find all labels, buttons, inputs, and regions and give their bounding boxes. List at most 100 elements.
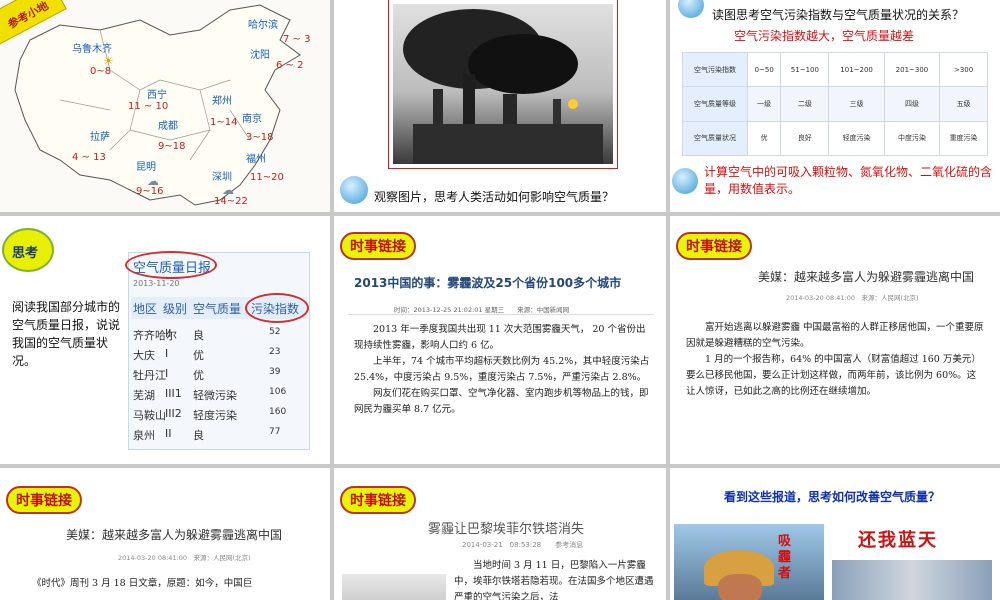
news-paragraph: 富开始逃离以躲避雾霾 中国最富裕的人群正移居他国，一个重要原因就是躲避糟糕的空气… — [686, 322, 984, 349]
news-tag: 时事链接 — [6, 486, 82, 514]
think-tag: 思考 — [2, 228, 54, 272]
report-cell: 轻度污染 — [193, 409, 237, 422]
factory-photo — [388, 0, 618, 169]
report-cell: 106 — [269, 387, 287, 397]
eiffel-photo — [342, 574, 446, 600]
temp-haerbin: 7 ~ 3 — [283, 34, 311, 45]
report-cell: 泉州 — [133, 429, 155, 442]
aqi-cell: 五级 — [939, 86, 988, 122]
aqi-cell: 三级 — [828, 86, 885, 122]
news-tag: 时事链接 — [340, 486, 416, 514]
city-chengdu: 成都 — [158, 121, 178, 132]
bubble-icon — [340, 176, 368, 204]
report-cell: 大庆 — [133, 349, 155, 362]
aqi-cell: 一级 — [746, 86, 782, 122]
side-text: 吸 霾 者 — [778, 534, 792, 581]
slide-news-haze-2013[interactable]: 时事链接 2013中国的事：雾霾波及25个省份100多个城市 时间：2013-1… — [334, 216, 666, 464]
slide-weather-map[interactable]: 参考小地 乌鲁木齐 0~8 哈尔滨 7 ~ 3 沈阳 6 ~ 2 西宁 11 ~… — [0, 0, 330, 212]
news-paragraph: 上半年，74 个城市平均超标天数比例为 45.2%，其中轻度污染占 25.4%，… — [354, 356, 650, 383]
news-body: 富开始逃离以躲避雾霾 中国最富裕的人群正移居他国，一个重要原因就是躲避糟糕的空气… — [686, 320, 984, 400]
aqi-cell: 重度污染 — [939, 120, 988, 157]
city-shenyang: 沈阳 — [250, 50, 270, 61]
report-cell: 优 — [193, 349, 204, 362]
cloud-icon: ☁ — [147, 174, 159, 188]
slogan: 还我蓝天 — [858, 530, 938, 551]
aqi-cell: 二级 — [780, 86, 830, 122]
report-cell: 39 — [269, 367, 281, 377]
slide-news-rich-leave[interactable]: 时事链接 美媒：越来越多富人为躲避雾霾逃离中国 2014-03-20 08:41… — [670, 216, 1000, 464]
aqi-cell: >300 — [939, 51, 988, 88]
report-cell: 77 — [269, 427, 281, 437]
news-title: 雾霾让巴黎埃菲尔铁塔消失 — [428, 522, 585, 537]
city-shenzhen: 深圳 — [212, 172, 232, 183]
report-cell: II — [165, 327, 172, 340]
news-paragraph: 《时代》周刊 3 月 18 日文章，原题：如今，中国巨 — [32, 578, 253, 589]
highlight-ellipse — [125, 251, 217, 279]
report-cell: 牡丹江 — [133, 369, 166, 382]
slide-aqi-table[interactable]: 读图思考空气污染指数与空气质量状况的关系？ 空气污染指数越大，空气质量越差 空气… — [670, 0, 1000, 212]
news-paragraph: 网友们花在购买口罩、空气净化器、室内跑步机等物品上的钱，即网民为霾买单 8.7 … — [354, 388, 649, 415]
aqi-cell: 轻度污染 — [828, 120, 885, 157]
aqi-cell: 51~100 — [780, 51, 830, 88]
report-cell: II — [165, 427, 172, 440]
slide-news-paris[interactable]: 时事链接 雾霾让巴黎埃菲尔铁塔消失 2014-03-21 08:53:28 参考… — [334, 468, 666, 600]
aqi-table: 空气污染指数 0~50 51~100 101~200 201~300 >300 … — [682, 51, 988, 157]
question-text: 看到这些报道，思考如何改善空气质量？ — [724, 490, 941, 504]
temp-shenyang: 6 ~ 2 — [276, 60, 304, 71]
news-tag: 时事链接 — [340, 232, 416, 260]
aqi-row-label: 空气污染指数 — [682, 51, 748, 88]
city-nanjing: 南京 — [242, 114, 262, 125]
aqi-cell: 中度污染 — [883, 120, 941, 157]
temp-fuzhou: 11~20 — [250, 172, 284, 183]
news-meta: 2014-03-20 08:41:00 来源：人民网(北京) — [118, 554, 251, 562]
news-title: 美媒：越来越多富人为躲避雾霾逃离中国 — [758, 270, 975, 284]
report-cell: I — [165, 347, 169, 360]
city-skyline-photo — [832, 560, 992, 600]
city-lasa: 拉萨 — [90, 132, 110, 143]
col-quality: 空气质量 — [193, 302, 242, 316]
report-cell: III2 — [165, 407, 182, 420]
report-cell: III1 — [165, 387, 182, 400]
report-cell: 52 — [269, 327, 281, 337]
aqi-cell: 优 — [746, 120, 782, 157]
city-haerbin: 哈尔滨 — [248, 20, 278, 31]
news-title: 2013中国的事：雾霾波及25个省份100多个城市 — [354, 276, 622, 290]
city-xining: 西宁 — [147, 90, 167, 101]
report-cell: 马鞍山 — [133, 409, 166, 422]
question-text: 读图思考空气污染指数与空气质量状况的关系？ — [712, 8, 965, 22]
note-text: 计算空气中的可吸入颗粒物、氮氧化物、二氧化硫的含量，用数值表示。 — [704, 165, 993, 196]
temp-lasa: 4 ~ 13 — [72, 152, 106, 163]
news-body: 2013 年一季度我国共出现 11 次大范围雾霾天气， 20 个省份出现持续性雾… — [354, 322, 650, 418]
cloud-icon: ☁ — [222, 183, 234, 197]
smokestacks-illustration — [403, 9, 603, 164]
aqi-row-label: 空气质量等级 — [682, 86, 748, 122]
aqi-cell: 0~50 — [746, 51, 782, 88]
slide-air-quality-report[interactable]: 思考 阅读我国部分城市的空气质量日报，说说我国的空气质量状况。 空气质量日报 2… — [0, 216, 330, 464]
temp-xining: 11 ~ 10 — [128, 101, 169, 112]
news-paragraph: 1 月的一个报告称，64% 的中国富人（财富值超过 160 万美元）要么已移民他… — [686, 354, 981, 397]
temp-chengdu: 9~18 — [158, 141, 186, 152]
news-meta: 2014-03-20 08:41:00 来源：人民网(北京) — [786, 294, 919, 302]
news-meta: 时间：2013-12-25 21:02:01 星期三 来源：中国新闻网 — [394, 306, 570, 314]
report-cell: 轻微污染 — [193, 389, 237, 402]
report-cell: I — [165, 367, 169, 380]
report-cell: 23 — [269, 347, 281, 357]
aqi-cell: 良好 — [780, 120, 830, 157]
report-panel: 空气质量日报 2013-11-20 地区 级别 空气质量 污染指数 齐齐哈尔 II… — [125, 251, 310, 450]
temp-shenzhen: 14~22 — [214, 196, 248, 207]
slide-news-time[interactable]: 时事链接 美媒：越来越多富人为躲避雾霾逃离中国 2014-03-20 08:41… — [0, 468, 330, 600]
bubble-icon — [672, 168, 698, 194]
slide-blue-sky[interactable]: 看到这些报道，思考如何改善空气质量？ 吸 霾 者 还我蓝天 — [670, 468, 1000, 600]
col-level: 级别 — [163, 302, 188, 316]
answer-text: 空气污染指数越大，空气质量越差 — [734, 29, 915, 43]
aqi-cell: 四级 — [883, 86, 941, 122]
temp-zhengzhou: 1~14 — [210, 117, 238, 128]
news-tag: 时事链接 — [676, 232, 752, 260]
report-cell: 良 — [193, 329, 204, 342]
highlight-ellipse — [245, 293, 309, 323]
slide-factory-photo[interactable]: 观察图片，思考人类活动如何影响空气质量？ — [334, 0, 666, 212]
city-fuzhou: 福州 — [246, 154, 266, 165]
city-kunming: 昆明 — [136, 162, 156, 173]
col-region: 地区 — [133, 302, 158, 316]
news-title: 美媒：越来越多富人为躲避雾霾逃离中国 — [66, 528, 283, 542]
